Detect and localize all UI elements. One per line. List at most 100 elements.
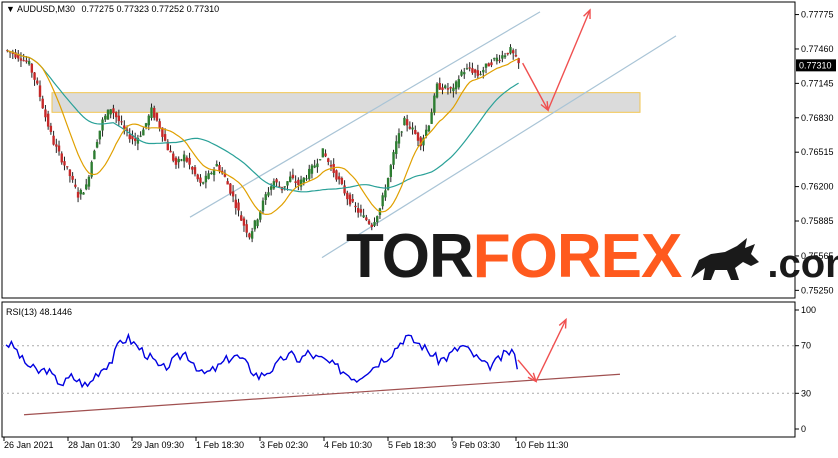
candle-body [193,167,197,175]
candle-body [133,138,137,142]
candle-body [142,129,145,136]
candle-body [389,165,393,177]
candle-body [479,73,482,75]
candle-body [150,107,153,118]
candle-body [155,113,159,121]
collapse-triangle-icon[interactable]: ▼ [6,4,15,14]
candle-body [169,150,172,153]
rsi-down-arrow [517,359,537,382]
candle-body [95,141,99,148]
candle-body [288,176,292,182]
candle-body [147,115,150,126]
candle-body [435,83,439,98]
candle-body [19,58,23,61]
candle-body [98,130,102,140]
candle-body [492,58,496,60]
chart-header: ▼ AUDUSD,M30 0.77275 0.77323 0.77252 0.7… [6,4,219,14]
rsi-tick-label: 0 [801,424,806,434]
candle-body [335,170,338,180]
candle-body [196,174,199,180]
time-tick-label: 5 Feb 18:30 [388,440,436,450]
candle-body [365,217,368,221]
ohlc-values: 0.77275 0.77323 0.77252 0.77310 [81,4,220,14]
candle-body [101,119,104,131]
candle-body [172,153,175,161]
candle-body [346,192,349,200]
torforex-logo: TORFOREX .com [346,226,838,288]
candle-body [109,109,112,115]
candle-body [400,131,403,133]
rsi-trendline [23,373,621,416]
candle-body [337,176,341,180]
candle-body [250,231,254,239]
candle-body [163,134,167,141]
candle-body [44,109,47,118]
candle-body [38,85,42,97]
candle-body [476,70,480,76]
candle-body [240,215,243,221]
candle-body [87,176,91,187]
candle-body [30,63,34,73]
candle-body [438,83,441,90]
candle-body [343,185,346,194]
candle-body [512,50,515,54]
candle-body [114,112,118,118]
candle-body [57,145,61,152]
candle-body [272,181,276,189]
candle-body [490,62,493,66]
candle-body [283,186,286,188]
candle-body [41,98,44,109]
candle-body [503,55,507,58]
price-tick-label: 0.77460 [801,44,834,54]
candle-body [117,115,121,122]
candle-body [112,108,115,114]
candle-body [294,181,297,183]
rsi-up-arrow [535,319,567,382]
candle-body [484,63,488,68]
candle-body [395,141,398,155]
candle-body [242,218,246,226]
candle-body [207,173,210,179]
candle-body [63,161,66,166]
candle-body [82,192,85,195]
candle-body [460,71,463,76]
candle-body [174,157,178,165]
candle-body [46,113,50,127]
candle-body [452,87,455,92]
price-tick-label: 0.76515 [801,147,834,157]
candle-body [248,233,251,238]
candle-body [76,191,80,198]
candle-body [237,202,240,211]
candle-body [33,72,36,80]
candle-body [22,60,25,62]
candle-body [245,224,248,233]
ma-fast-line [7,50,519,216]
time-tick-label: 1 Feb 18:30 [196,440,244,450]
candle-body [106,109,110,120]
candle-body [199,177,202,183]
time-tick-label: 9 Feb 03:30 [452,440,500,450]
candle-body [25,60,28,62]
candle-body [85,184,88,190]
rsi-tick-label: 100 [801,305,816,315]
candle-body [356,208,360,213]
candle-body [473,69,477,73]
candle-body [71,175,74,180]
candle-body [324,153,327,157]
time-tick-label: 29 Jan 09:30 [132,440,184,450]
candle-body [256,219,259,227]
time-tick-label: 26 Jan 2021 [4,440,54,450]
candle-body [321,148,325,158]
price-tick-label: 0.76200 [801,182,834,192]
candle-body [180,159,183,161]
price-tick-label: 0.77775 [801,10,834,20]
candle-body [449,87,452,89]
candle-body [405,119,409,126]
candle-body [463,72,466,75]
candle-body [414,129,417,134]
candle-body [158,121,161,129]
candle-body [351,198,354,202]
candle-body [275,179,278,183]
rsi-panel-frame [1,301,796,438]
price-tick-label: 0.76830 [801,113,834,123]
